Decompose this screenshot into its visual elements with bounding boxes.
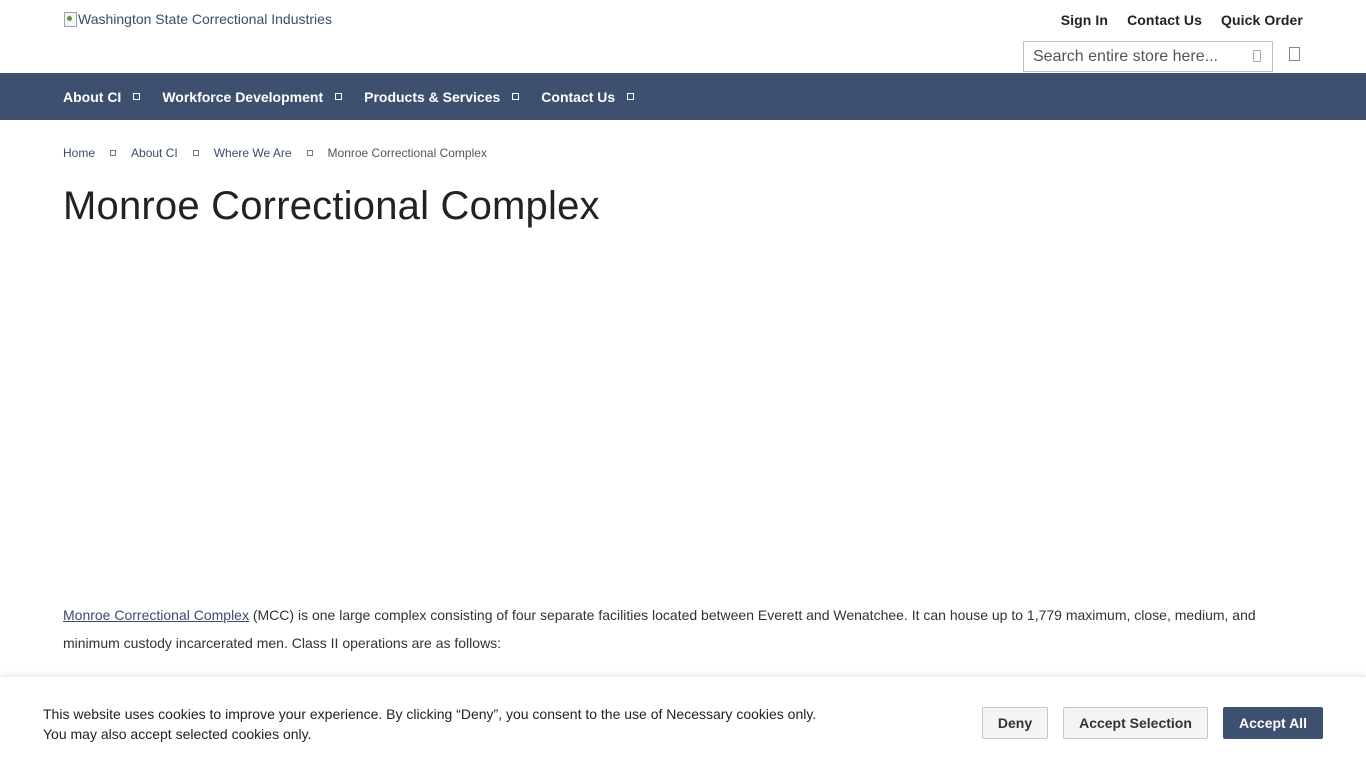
- cookie-message-line-1: This website uses cookies to improve you…: [43, 706, 817, 722]
- broken-image-icon: [63, 11, 77, 27]
- intro-paragraph: Monroe Correctional Complex (MCC) is one…: [63, 601, 1303, 657]
- cookie-message: This website uses cookies to improve you…: [43, 704, 816, 744]
- deny-button[interactable]: Deny: [982, 707, 1048, 739]
- main-nav: About CI Workforce Development Products …: [0, 73, 1366, 120]
- site-logo[interactable]: Washington State Correctional Industries: [63, 11, 332, 27]
- breadcrumb-current: Monroe Correctional Complex: [327, 146, 487, 160]
- chevron-down-icon: [133, 93, 141, 100]
- cookie-message-line-2: You may also accept selected cookies onl…: [43, 726, 312, 742]
- chevron-down-icon: [512, 93, 520, 100]
- breadcrumb-separator-icon: [306, 150, 313, 156]
- nav-item-contact-us[interactable]: Contact Us: [541, 88, 635, 105]
- search-input[interactable]: [1024, 42, 1244, 71]
- accept-all-button[interactable]: Accept All: [1223, 707, 1323, 739]
- cookie-banner: This website uses cookies to improve you…: [0, 677, 1366, 768]
- quick-order-link[interactable]: Quick Order: [1221, 12, 1303, 28]
- breadcrumb-home[interactable]: Home: [63, 146, 95, 160]
- header-links: Sign In Contact Us Quick Order: [1061, 12, 1303, 28]
- breadcrumb-about-ci[interactable]: About CI: [131, 146, 178, 160]
- breadcrumb-where-we-are[interactable]: Where We Are: [214, 146, 292, 160]
- site-header: Washington State Correctional Industries…: [0, 0, 1366, 73]
- logo-alt-text: Washington State Correctional Industries: [78, 11, 332, 27]
- chevron-down-icon: [627, 93, 635, 100]
- search-box: [1023, 41, 1273, 72]
- sign-in-link[interactable]: Sign In: [1061, 12, 1108, 28]
- accept-selection-button[interactable]: Accept Selection: [1063, 707, 1208, 739]
- nav-item-label: About CI: [63, 88, 122, 105]
- search-icon[interactable]: [1253, 50, 1261, 62]
- nav-item-label: Contact Us: [541, 88, 616, 105]
- facility-link[interactable]: Monroe Correctional Complex: [63, 607, 249, 623]
- nav-item-label: Products & Services: [364, 88, 501, 105]
- chevron-down-icon: [335, 93, 343, 100]
- breadcrumb-separator-icon: [110, 150, 117, 156]
- breadcrumb-separator-icon: [192, 150, 199, 156]
- breadcrumb: Home About CI Where We Are Monroe Correc…: [63, 146, 487, 160]
- contact-us-link[interactable]: Contact Us: [1127, 12, 1202, 28]
- nav-item-workforce-development[interactable]: Workforce Development: [162, 88, 343, 105]
- page-title: Monroe Correctional Complex: [63, 184, 600, 228]
- cart-icon[interactable]: [1289, 47, 1300, 61]
- nav-item-label: Workforce Development: [162, 88, 324, 105]
- nav-item-products-services[interactable]: Products & Services: [364, 88, 520, 105]
- nav-item-about-ci[interactable]: About CI: [63, 88, 141, 105]
